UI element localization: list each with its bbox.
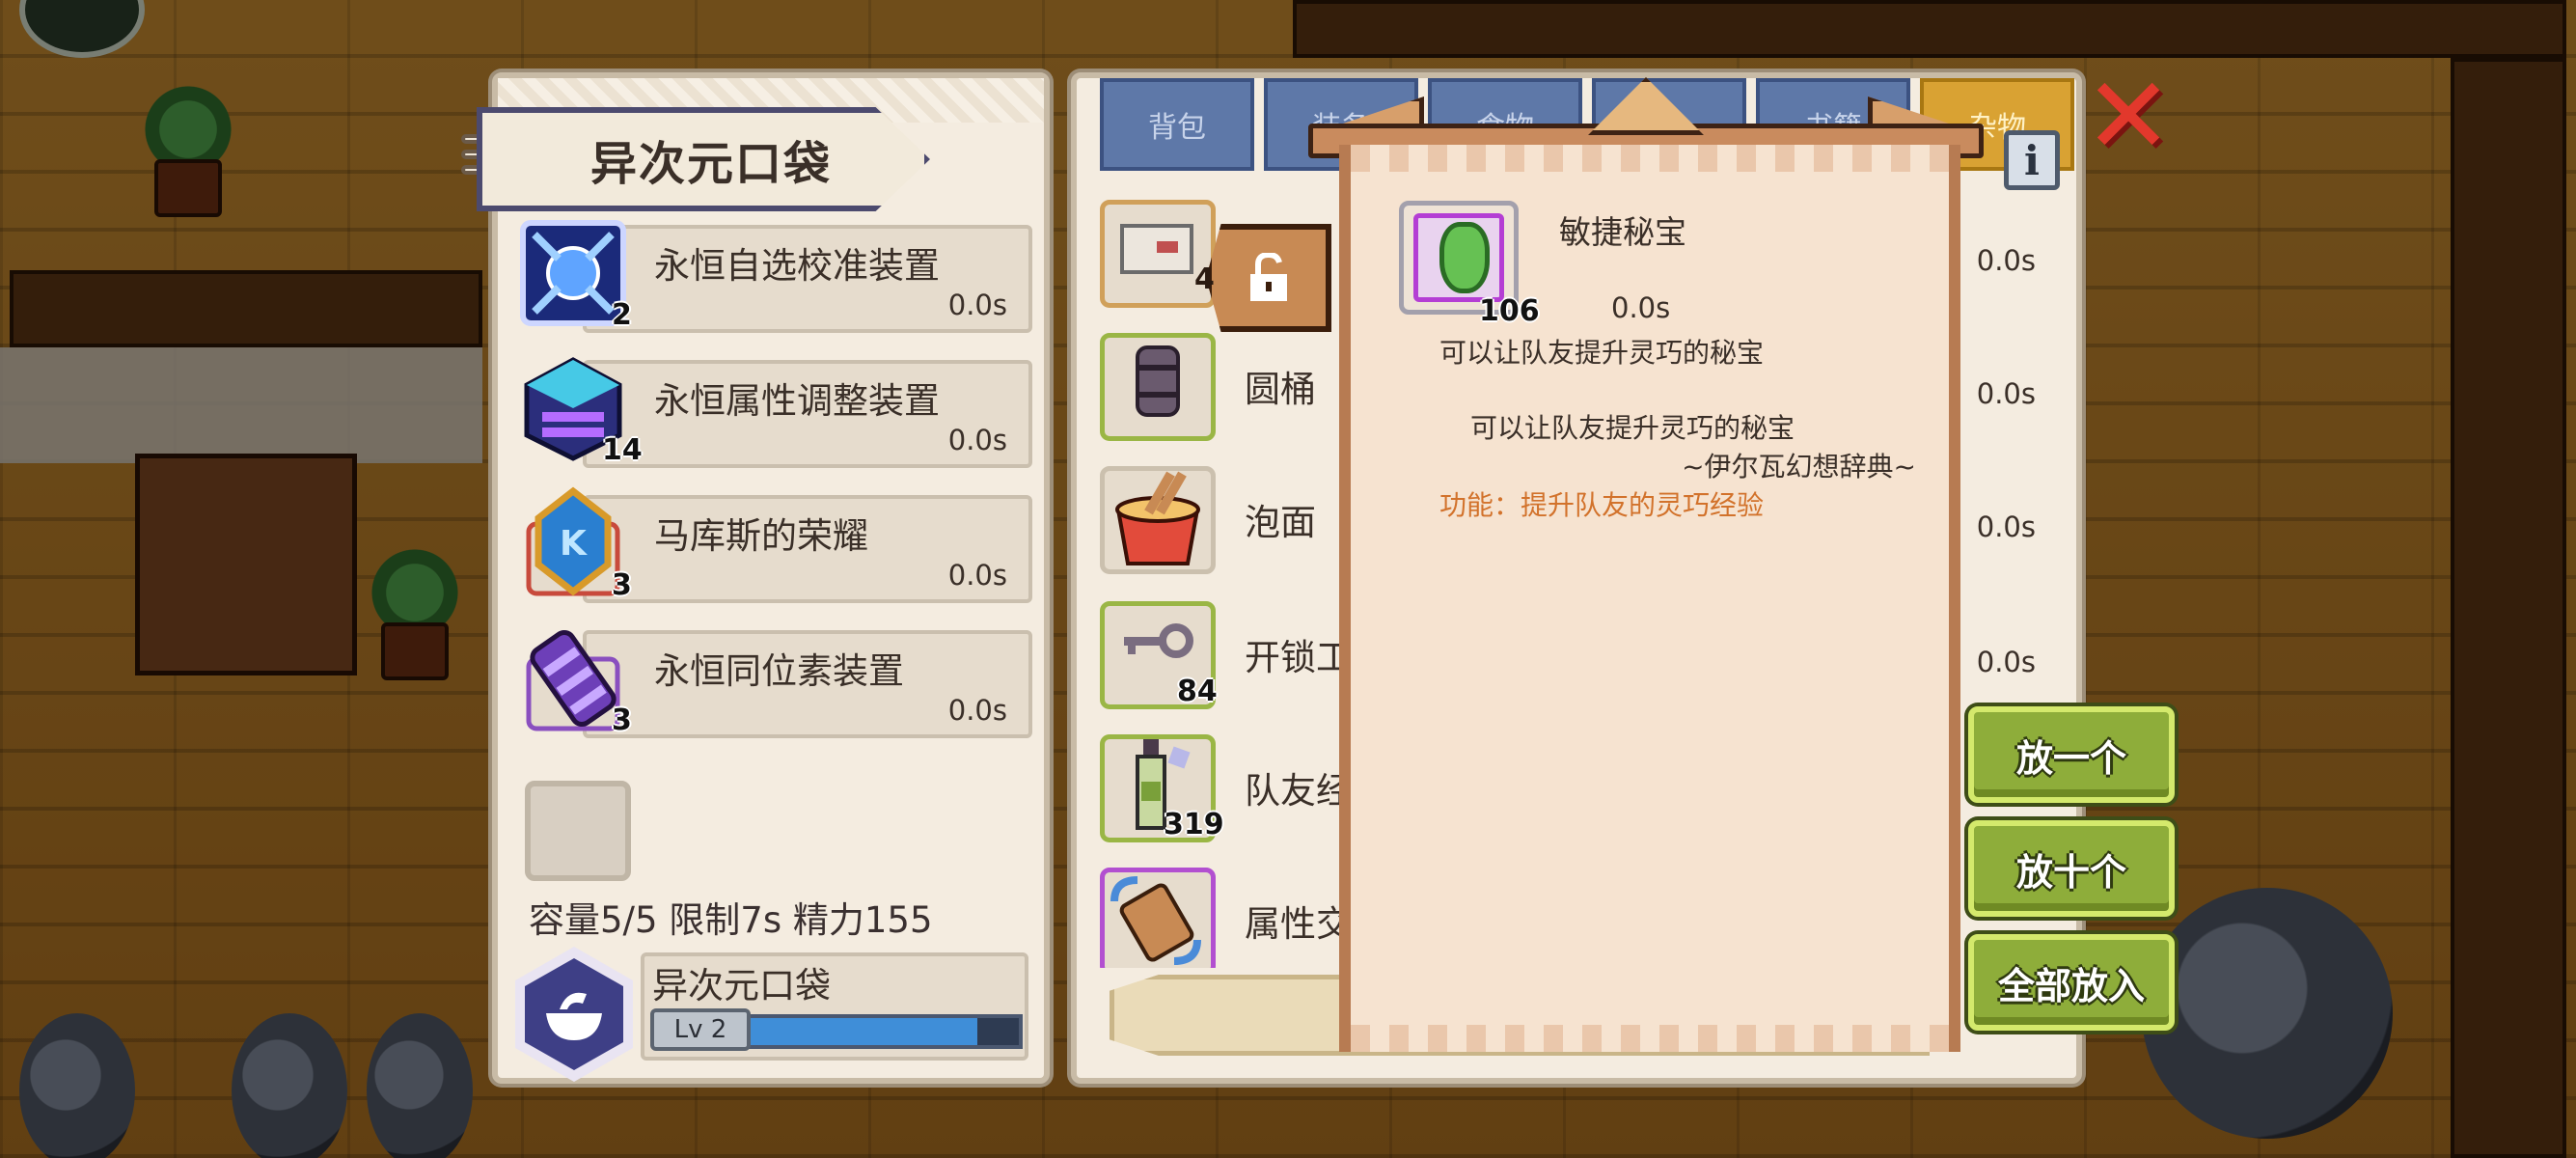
tab-backpack[interactable]: 背包 xyxy=(1100,78,1254,171)
barrel-icon xyxy=(1100,333,1216,441)
tooltip-function: 功能：提升队友的灵巧经验 xyxy=(1439,489,1765,521)
pouch-item-row[interactable]: 永恒属性调整装置 0.0s 14 xyxy=(515,350,1042,478)
put-ten-button[interactable]: 放十个 xyxy=(1968,820,2175,917)
tooltip-short-desc: 可以让队友提升灵巧的秘宝 xyxy=(1439,337,1765,369)
put-one-button[interactable]: 放一个 xyxy=(1968,706,2175,803)
item-name: 马库斯的荣耀 xyxy=(654,515,868,557)
pouch-item-row[interactable]: 永恒同位素装置 0.0s 3 xyxy=(515,620,1042,748)
item-time: 0.0s xyxy=(947,559,1007,592)
close-icon: ✕ xyxy=(2084,54,2174,178)
item-count: 3 xyxy=(612,703,632,737)
tooltip-item-name: 敏捷秘宝 xyxy=(1559,213,1686,251)
unlock-icon xyxy=(1250,253,1287,301)
item-time: 0.0s xyxy=(1976,244,2036,277)
empty-slot-box xyxy=(525,781,631,881)
pouch-level-box[interactable]: 异次元口袋 Lv 2 xyxy=(515,947,1042,1082)
scroll-swap-icon xyxy=(1100,868,1216,968)
pouch-xp-fill xyxy=(741,1018,977,1045)
scroll-crest-icon xyxy=(1588,77,1704,135)
pouch-title: 异次元口袋 xyxy=(590,137,833,191)
tooltip-description: 可以让队友提升灵巧的秘宝 xyxy=(1470,412,1795,444)
item-name: 队友经 xyxy=(1245,770,1352,812)
item-time: 0.0s xyxy=(1976,646,2036,678)
pouch-xp-bar xyxy=(737,1014,1023,1049)
item-name: 泡面 xyxy=(1245,502,1316,543)
empty-item-slot[interactable] xyxy=(515,773,1042,889)
item-count: 3 xyxy=(612,568,632,602)
item-count: 319 xyxy=(1164,808,1224,841)
scroll-edge-top xyxy=(1351,145,1949,172)
item-name: 永恒同位素装置 xyxy=(654,650,904,692)
item-tooltip: 106 敏捷秘宝 0.0s 可以让队友提升灵巧的秘宝 可以让队友提升灵巧的秘宝 … xyxy=(1339,145,1960,1052)
pouch-bowl-icon xyxy=(525,958,623,1070)
tooltip-item-frame xyxy=(1413,213,1504,302)
item-time: 0.0s xyxy=(947,289,1007,321)
item-time: 0.0s xyxy=(1976,377,2036,410)
capacity-info: 容量5/5 限制7s 精力155 xyxy=(529,899,933,941)
tooltip-item-count: 106 xyxy=(1479,294,1540,328)
scroll-edge-bottom xyxy=(1351,1025,1949,1052)
pouch-name: 异次元口袋 xyxy=(652,965,831,1006)
noodle-cup-icon xyxy=(1100,466,1216,574)
svg-text:K: K xyxy=(560,524,588,564)
tooltip-item-time: 0.0s xyxy=(1611,291,1671,324)
pouch-emblem xyxy=(515,947,633,1082)
item-time: 0.0s xyxy=(947,694,1007,727)
item-count: 84 xyxy=(1177,675,1218,708)
info-icon: i xyxy=(2024,136,2040,184)
item-name: 永恒属性调整装置 xyxy=(654,380,940,422)
pouch-title-banner: 异次元口袋 xyxy=(477,107,930,211)
tooltip-source: ~伊尔瓦幻想辞典~ xyxy=(1682,451,1916,482)
item-time: 0.0s xyxy=(947,424,1007,456)
item-name: 属性交 xyxy=(1245,903,1352,945)
pouch-item-row[interactable]: 永恒自选校准装置 0.0s 2 xyxy=(515,215,1042,343)
item-count: 2 xyxy=(612,298,632,332)
item-name: 开锁工 xyxy=(1245,637,1352,678)
close-button[interactable]: ✕ xyxy=(2084,63,2173,169)
item-time: 0.0s xyxy=(1976,510,2036,543)
tooltip-item-slot: 106 xyxy=(1399,201,1540,328)
put-all-button[interactable]: 全部放入 xyxy=(1968,934,2175,1031)
info-button[interactable]: i xyxy=(2004,130,2060,190)
empty-card xyxy=(583,779,1032,883)
dimension-pouch-panel: 异次元口袋 永恒自选校准装置 0.0s 2 永恒属性调整装置 0.0s 14 K… xyxy=(461,72,1050,1084)
lock-toggle[interactable] xyxy=(1206,224,1331,332)
pouch-level-badge: Lv 2 xyxy=(650,1008,751,1051)
item-count: 14 xyxy=(602,433,643,467)
green-gem-icon xyxy=(1439,222,1490,293)
item-name: 永恒自选校准装置 xyxy=(654,245,940,287)
pouch-item-row[interactable]: K 马库斯的荣耀 0.0s 3 xyxy=(515,485,1042,613)
locked-count: 4 xyxy=(1194,262,1215,296)
item-name: 圆桶 xyxy=(1245,369,1316,410)
